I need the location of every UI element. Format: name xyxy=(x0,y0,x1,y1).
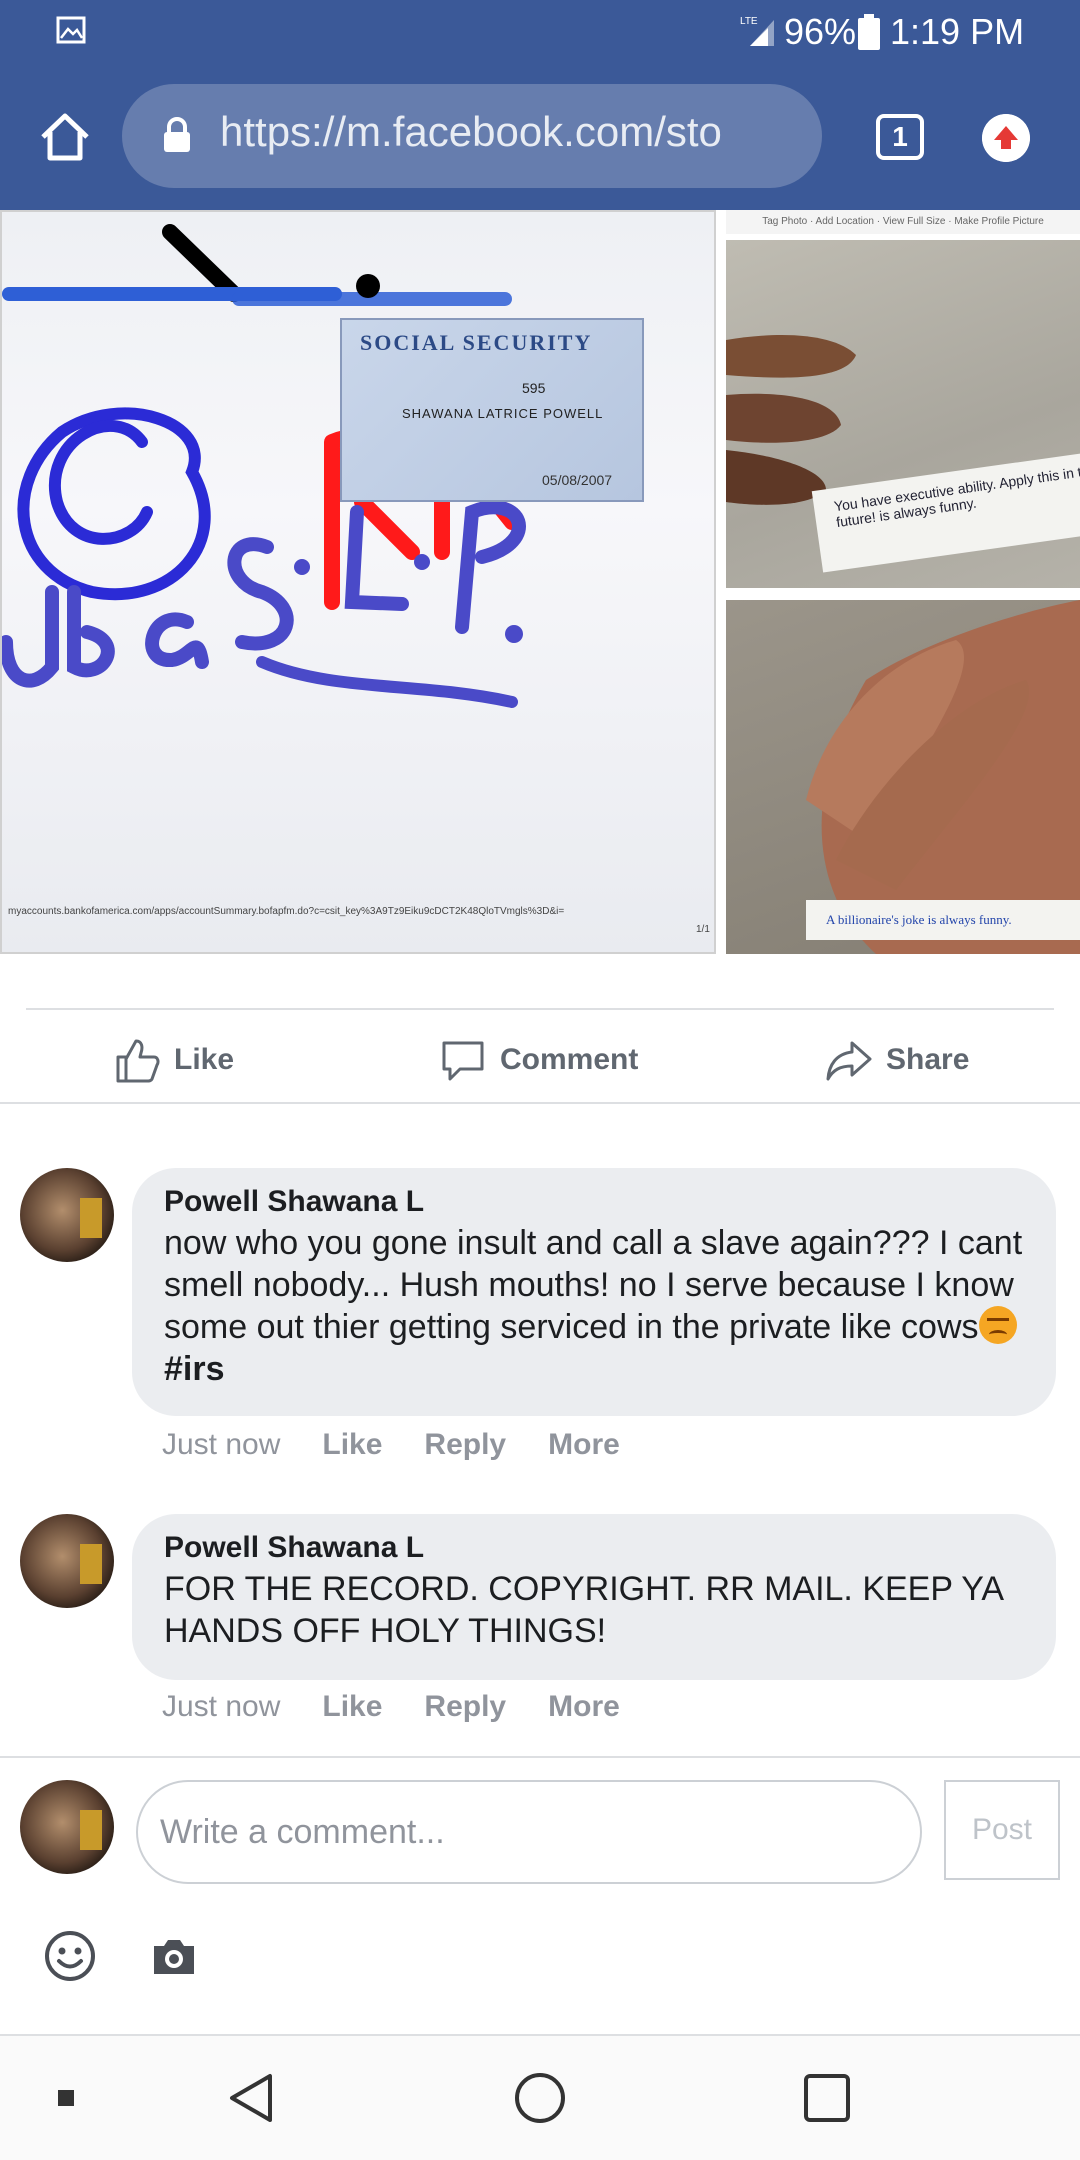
comment-text: now who you gone insult and call a slave… xyxy=(164,1222,1024,1390)
share-button[interactable]: Share xyxy=(824,1032,969,1088)
address-bar[interactable]: https://m.facebook.com/sto xyxy=(122,84,822,188)
comment-button[interactable]: Comment xyxy=(438,1032,638,1088)
tired-face-emoji-icon xyxy=(978,1306,1017,1344)
back-icon[interactable] xyxy=(226,2072,276,2124)
system-nav-bar xyxy=(0,2036,1080,2160)
comment-like-link[interactable]: Like xyxy=(322,1428,382,1462)
card-title: SOCIAL SECURITY xyxy=(360,330,593,355)
comment-author[interactable]: Powell Shawana L xyxy=(164,1182,1024,1222)
comment-input[interactable] xyxy=(136,1780,922,1884)
home-icon[interactable] xyxy=(38,110,92,164)
fortune-slip-2: A billionaire's joke is always funny. xyxy=(806,900,1080,940)
card-name: SHAWANA LATRICE POWELL xyxy=(402,406,604,421)
battery-icon xyxy=(858,14,880,50)
comment-author[interactable]: Powell Shawana L xyxy=(164,1528,1024,1568)
hashtag-link[interactable]: #irs xyxy=(164,1350,225,1388)
thumbs-up-icon xyxy=(116,1039,160,1083)
url-text[interactable]: https://m.facebook.com/sto xyxy=(220,108,810,156)
social-security-card: SOCIAL SECURITY 595 SHAWANA LATRICE POWE… xyxy=(340,318,644,502)
avatar[interactable] xyxy=(20,1168,114,1262)
status-bar: LTE 96% 1:19 PM xyxy=(0,0,1080,66)
comment-bubble: Powell Shawana L FOR THE RECORD. COPYRIG… xyxy=(132,1514,1056,1680)
clock: 1:19 PM xyxy=(890,11,1025,52)
comment-bubble: Powell Shawana L now who you gone insult… xyxy=(132,1168,1056,1416)
like-button[interactable]: Like xyxy=(112,1032,234,1088)
network-label: LTE xyxy=(740,16,758,27)
post-photo-fortune-2[interactable]: A billionaire's joke is always funny. xyxy=(726,600,1080,954)
comment-text: FOR THE RECORD. COPYRIGHT. RR MAIL. KEEP… xyxy=(164,1570,1003,1650)
photo-options-strip: Tag Photo · Add Location · View Full Siz… xyxy=(726,210,1080,234)
comment-time[interactable]: Just now xyxy=(162,1690,280,1724)
overview-icon[interactable] xyxy=(802,2072,852,2124)
share-icon xyxy=(826,1041,872,1081)
lock-icon xyxy=(164,117,190,152)
like-label: Like xyxy=(174,1043,235,1076)
battery-percent: 96% xyxy=(784,11,857,52)
home-circle-icon[interactable] xyxy=(512,2070,568,2126)
card-date: 05/08/2007 xyxy=(542,472,613,488)
photo-page-number: 1/1 xyxy=(696,924,710,935)
share-label: Share xyxy=(886,1043,970,1076)
comment-label: Comment xyxy=(500,1043,639,1076)
comment-body: now who you gone insult and call a slave… xyxy=(164,1224,1023,1346)
avatar[interactable] xyxy=(20,1514,114,1608)
post-button[interactable]: Post xyxy=(944,1780,1060,1880)
browser-toolbar: LTE 96% 1:19 PM https://m.facebook.com/s… xyxy=(0,0,1080,210)
actions-divider xyxy=(0,1102,1080,1104)
avatar xyxy=(20,1780,114,1874)
comment-reply-link[interactable]: Reply xyxy=(424,1690,506,1724)
update-icon[interactable] xyxy=(982,114,1030,162)
comment-meta: Just now Like Reply More xyxy=(162,1690,620,1724)
photo-url-footer: myaccounts.bankofamerica.com/apps/accoun… xyxy=(8,906,565,917)
comment-like-link[interactable]: Like xyxy=(322,1690,382,1724)
emoji-icon[interactable] xyxy=(44,1930,96,1982)
comment-more-link[interactable]: More xyxy=(548,1428,620,1462)
post-actions-bar: Like Comment Share xyxy=(26,1008,1054,1106)
tab-count: 1 xyxy=(892,121,908,152)
post-photo-fortune-1[interactable]: You have executive ability. Apply this i… xyxy=(726,240,1080,588)
card-number: 595 xyxy=(522,380,546,396)
camera-icon[interactable] xyxy=(150,1936,198,1976)
comment-meta: Just now Like Reply More xyxy=(162,1428,620,1462)
gallery-icon xyxy=(56,16,86,44)
post-photo-main[interactable]: SOCIAL SECURITY 595 SHAWANA LATRICE POWE… xyxy=(0,210,716,954)
composer-divider xyxy=(0,1756,1080,1758)
signal-icon: LTE xyxy=(740,16,774,46)
comment-more-link[interactable]: More xyxy=(548,1690,620,1724)
comment-reply-link[interactable]: Reply xyxy=(424,1428,506,1462)
comment-icon xyxy=(442,1041,484,1081)
tabs-icon[interactable]: 1 xyxy=(876,114,924,160)
comment-time[interactable]: Just now xyxy=(162,1428,280,1462)
recents-dot-icon[interactable] xyxy=(58,2090,74,2106)
